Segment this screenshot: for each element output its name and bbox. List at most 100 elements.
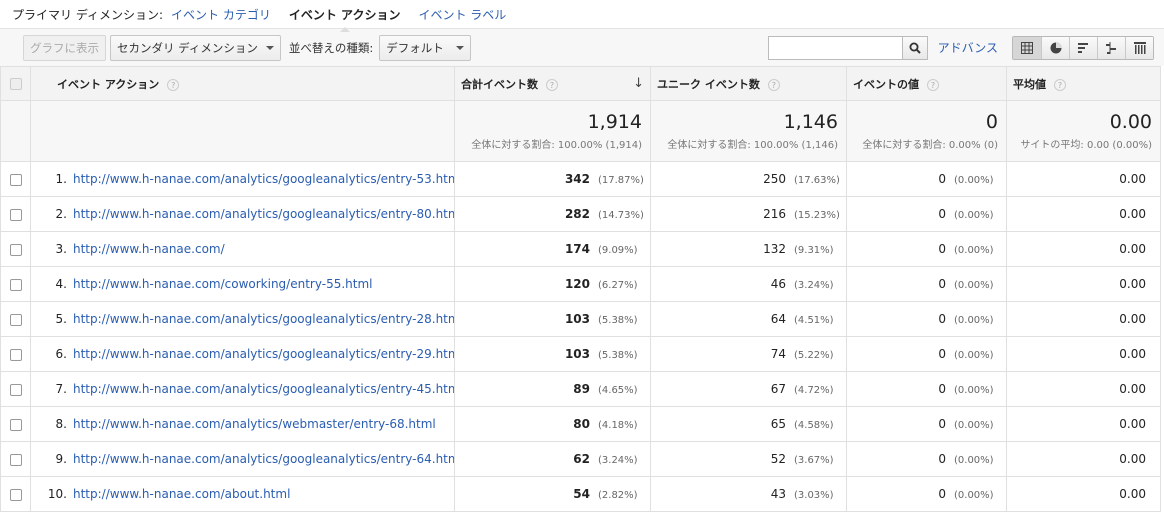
view-switcher [1012, 35, 1154, 60]
event-action-link[interactable]: http://www.h-nanae.com/analytics/googlea… [73, 312, 454, 326]
row-checkbox[interactable] [9, 243, 22, 256]
row-checkbox[interactable] [9, 313, 22, 326]
event-action-link[interactable]: http://www.h-nanae.com/analytics/webmast… [73, 417, 436, 431]
total-events-percent: (17.87%) [598, 175, 644, 186]
row-checkbox[interactable] [9, 208, 22, 221]
event-action-link[interactable]: http://www.h-nanae.com/analytics/googlea… [73, 207, 454, 221]
sort-type-dropdown[interactable]: デフォルト [379, 34, 471, 61]
table-view-button[interactable] [1013, 36, 1041, 59]
avg-value-cell: 0.00 [1006, 406, 1161, 442]
dimension-link-event-label[interactable]: イベント ラベル [418, 6, 506, 23]
event-action-cell: 6. http://www.h-nanae.com/analytics/googl… [30, 336, 455, 372]
header-event-action[interactable]: イベント アクション? [30, 66, 455, 101]
event-value-percent: (0.00%) [954, 420, 994, 431]
plot-rows-button[interactable]: グラフに表示 [23, 34, 106, 61]
unique-events-percent: (4.58%) [794, 420, 834, 431]
row-checkbox-cell [0, 441, 31, 477]
total-events-percent: (9.09%) [598, 245, 638, 256]
row-index: 8. [55, 417, 67, 431]
help-icon[interactable]: ? [546, 78, 558, 91]
header-avg-value[interactable]: 平均値? [1006, 66, 1161, 101]
avg-value-value: 0.00 [1119, 312, 1146, 326]
avg-value-value: 0.00 [1119, 487, 1146, 501]
row-checkbox[interactable] [9, 383, 22, 396]
event-action-link[interactable]: http://www.h-nanae.com/analytics/googlea… [73, 382, 454, 396]
table-row: 8. http://www.h-nanae.com/analytics/webma… [0, 406, 1161, 442]
primary-dimension-label: プライマリ ディメンション: [12, 7, 164, 22]
row-checkbox[interactable] [9, 453, 22, 466]
pivot-view-button[interactable] [1125, 36, 1153, 59]
event-action-link[interactable]: http://www.h-nanae.com/analytics/googlea… [73, 452, 454, 466]
secondary-dimension-dropdown[interactable]: セカンダリ ディメンション [110, 34, 281, 61]
bar-view-button[interactable] [1069, 36, 1097, 59]
event-action-link[interactable]: http://www.h-nanae.com/ [73, 242, 225, 256]
row-checkbox[interactable] [9, 488, 22, 501]
header-total-events[interactable]: 合計イベント数? ↓ [454, 66, 651, 101]
avg-value-cell: 0.00 [1006, 301, 1161, 337]
header-event-value[interactable]: イベントの値? [846, 66, 1007, 101]
row-index: 9. [55, 452, 67, 466]
advanced-filter-link[interactable]: アドバンス [938, 39, 998, 56]
help-icon[interactable]: ? [767, 78, 780, 91]
event-action-cell: 7. http://www.h-nanae.com/analytics/googl… [30, 371, 455, 407]
unique-events-percent: (3.03%) [794, 490, 834, 501]
row-checkbox-cell [0, 196, 31, 232]
event-action-link[interactable]: http://www.h-nanae.com/analytics/googlea… [73, 347, 454, 361]
secondary-dimension-label: セカンダリ ディメンション [117, 40, 258, 55]
avg-value-value: 0.00 [1119, 172, 1146, 186]
row-checkbox-cell [0, 336, 31, 372]
unique-events-percent: (4.51%) [794, 315, 834, 326]
chevron-down-icon [265, 45, 274, 50]
unique-events-value: 132 [763, 242, 786, 256]
avg-value-value: 0.00 [1119, 347, 1146, 361]
row-checkbox-cell [0, 476, 31, 512]
header-unique-events[interactable]: ユニーク イベント数? [650, 66, 847, 101]
avg-value-value: 0.00 [1119, 207, 1146, 221]
row-checkbox[interactable] [9, 278, 22, 291]
avg-value-cell: 0.00 [1006, 336, 1161, 372]
search-input[interactable] [767, 35, 902, 60]
unique-events-percent: (9.31%) [794, 245, 834, 256]
event-action-cell: 1. http://www.h-nanae.com/analytics/googl… [30, 161, 455, 197]
event-action-link[interactable]: http://www.h-nanae.com/analytics/googlea… [73, 172, 454, 186]
total-events-percent: (2.82%) [598, 490, 638, 501]
dimension-link-event-category[interactable]: イベント カテゴリ [171, 6, 271, 23]
row-index: 1. [55, 172, 67, 186]
event-value-percent: (0.00%) [954, 385, 994, 396]
dimension-link-event-action[interactable]: イベント アクション [289, 6, 400, 32]
event-action-link[interactable]: http://www.h-nanae.com/coworking/entry-5… [73, 277, 372, 291]
event-action-link[interactable]: http://www.h-nanae.com/about.html [73, 487, 290, 501]
search-button[interactable] [901, 35, 928, 60]
help-icon[interactable]: ? [927, 78, 939, 91]
totals-total-events: 1,914 全体に対する割合: 100.00% (1,914) [454, 100, 651, 162]
select-all-checkbox[interactable] [9, 78, 22, 90]
help-icon[interactable]: ? [167, 78, 180, 91]
help-icon[interactable]: ? [1054, 78, 1066, 91]
bar-view-icon [1077, 42, 1088, 53]
totals-subtext: 全体に対する割合: 100.00% (1,914) [471, 140, 642, 151]
event-action-cell: 2. http://www.h-nanae.com/analytics/googl… [30, 196, 455, 232]
avg-value-value: 0.00 [1119, 382, 1146, 396]
event-value-percent: (0.00%) [954, 490, 994, 501]
row-checkbox[interactable] [9, 348, 22, 361]
table-view-icon [1021, 41, 1033, 54]
unique-events-percent: (4.72%) [794, 385, 834, 396]
event-value-cell: 0 (0.00%) [846, 441, 1007, 477]
total-events-cell: 120 (6.27%) [454, 266, 651, 302]
event-value-percent: (0.00%) [954, 280, 994, 291]
row-checkbox-cell [0, 371, 31, 407]
unique-events-cell: 46 (3.24%) [650, 266, 847, 302]
pie-view-button[interactable] [1041, 36, 1069, 59]
total-events-value: 103 [564, 312, 590, 326]
sort-type-label: 並べ替えの種類: [288, 40, 374, 55]
row-checkbox[interactable] [9, 173, 22, 186]
row-checkbox[interactable] [9, 418, 22, 431]
pivot-view-icon [1133, 41, 1146, 54]
table-header-row: イベント アクション? 合計イベント数? ↓ ユニーク イベント数? イベントの… [0, 66, 1161, 101]
avg-value-value: 0.00 [1119, 277, 1146, 291]
explorer-table: イベント アクション? 合計イベント数? ↓ ユニーク イベント数? イベントの… [0, 66, 1161, 512]
total-events-percent: (4.18%) [598, 420, 638, 431]
chevron-down-icon [455, 45, 464, 50]
comparison-view-button[interactable] [1097, 36, 1125, 59]
row-index: 6. [55, 347, 67, 361]
